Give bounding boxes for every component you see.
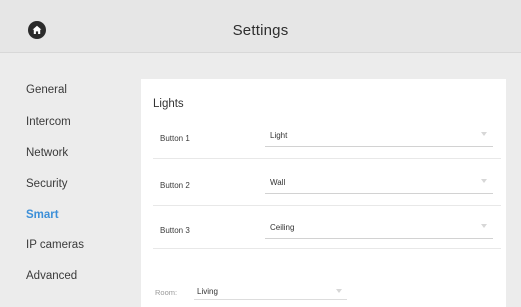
page-title: Settings xyxy=(232,22,289,39)
chevron-down-icon xyxy=(336,289,342,293)
settings-panel: Lights Button 1 Light Button 2 Wall Butt… xyxy=(141,79,506,307)
button-1-select[interactable]: Light xyxy=(265,128,493,147)
sidebar-item-network[interactable]: Network xyxy=(26,147,68,159)
chevron-down-icon xyxy=(481,179,487,183)
button-1-value: Light xyxy=(270,131,288,140)
button-2-value: Wall xyxy=(270,178,286,187)
button-2-label: Button 2 xyxy=(160,181,190,190)
sidebar-item-intercom[interactable]: Intercom xyxy=(26,116,71,128)
room-value: Living xyxy=(197,287,218,296)
room-label: Room: xyxy=(155,288,178,297)
sidebar-item-advanced[interactable]: Advanced xyxy=(26,270,77,282)
sidebar-item-general[interactable]: General xyxy=(26,84,67,96)
button-2-select[interactable]: Wall xyxy=(265,175,493,194)
chevron-down-icon xyxy=(481,224,487,228)
button-3-select[interactable]: Ceiling xyxy=(265,220,493,239)
sidebar-item-smart[interactable]: Smart xyxy=(26,209,59,221)
button-3-label: Button 3 xyxy=(160,226,190,235)
room-select[interactable]: Living xyxy=(194,284,347,300)
divider xyxy=(153,205,501,206)
top-bar: Settings xyxy=(0,0,521,53)
sidebar: General Intercom Network Security Smart … xyxy=(0,52,140,307)
button-1-label: Button 1 xyxy=(160,134,190,143)
chevron-down-icon xyxy=(481,132,487,136)
divider xyxy=(153,158,501,159)
section-title: Lights xyxy=(153,98,184,110)
sidebar-item-ip-cameras[interactable]: IP cameras xyxy=(26,239,84,251)
sidebar-item-security[interactable]: Security xyxy=(26,178,68,190)
divider xyxy=(153,248,501,249)
button-3-value: Ceiling xyxy=(270,223,295,232)
